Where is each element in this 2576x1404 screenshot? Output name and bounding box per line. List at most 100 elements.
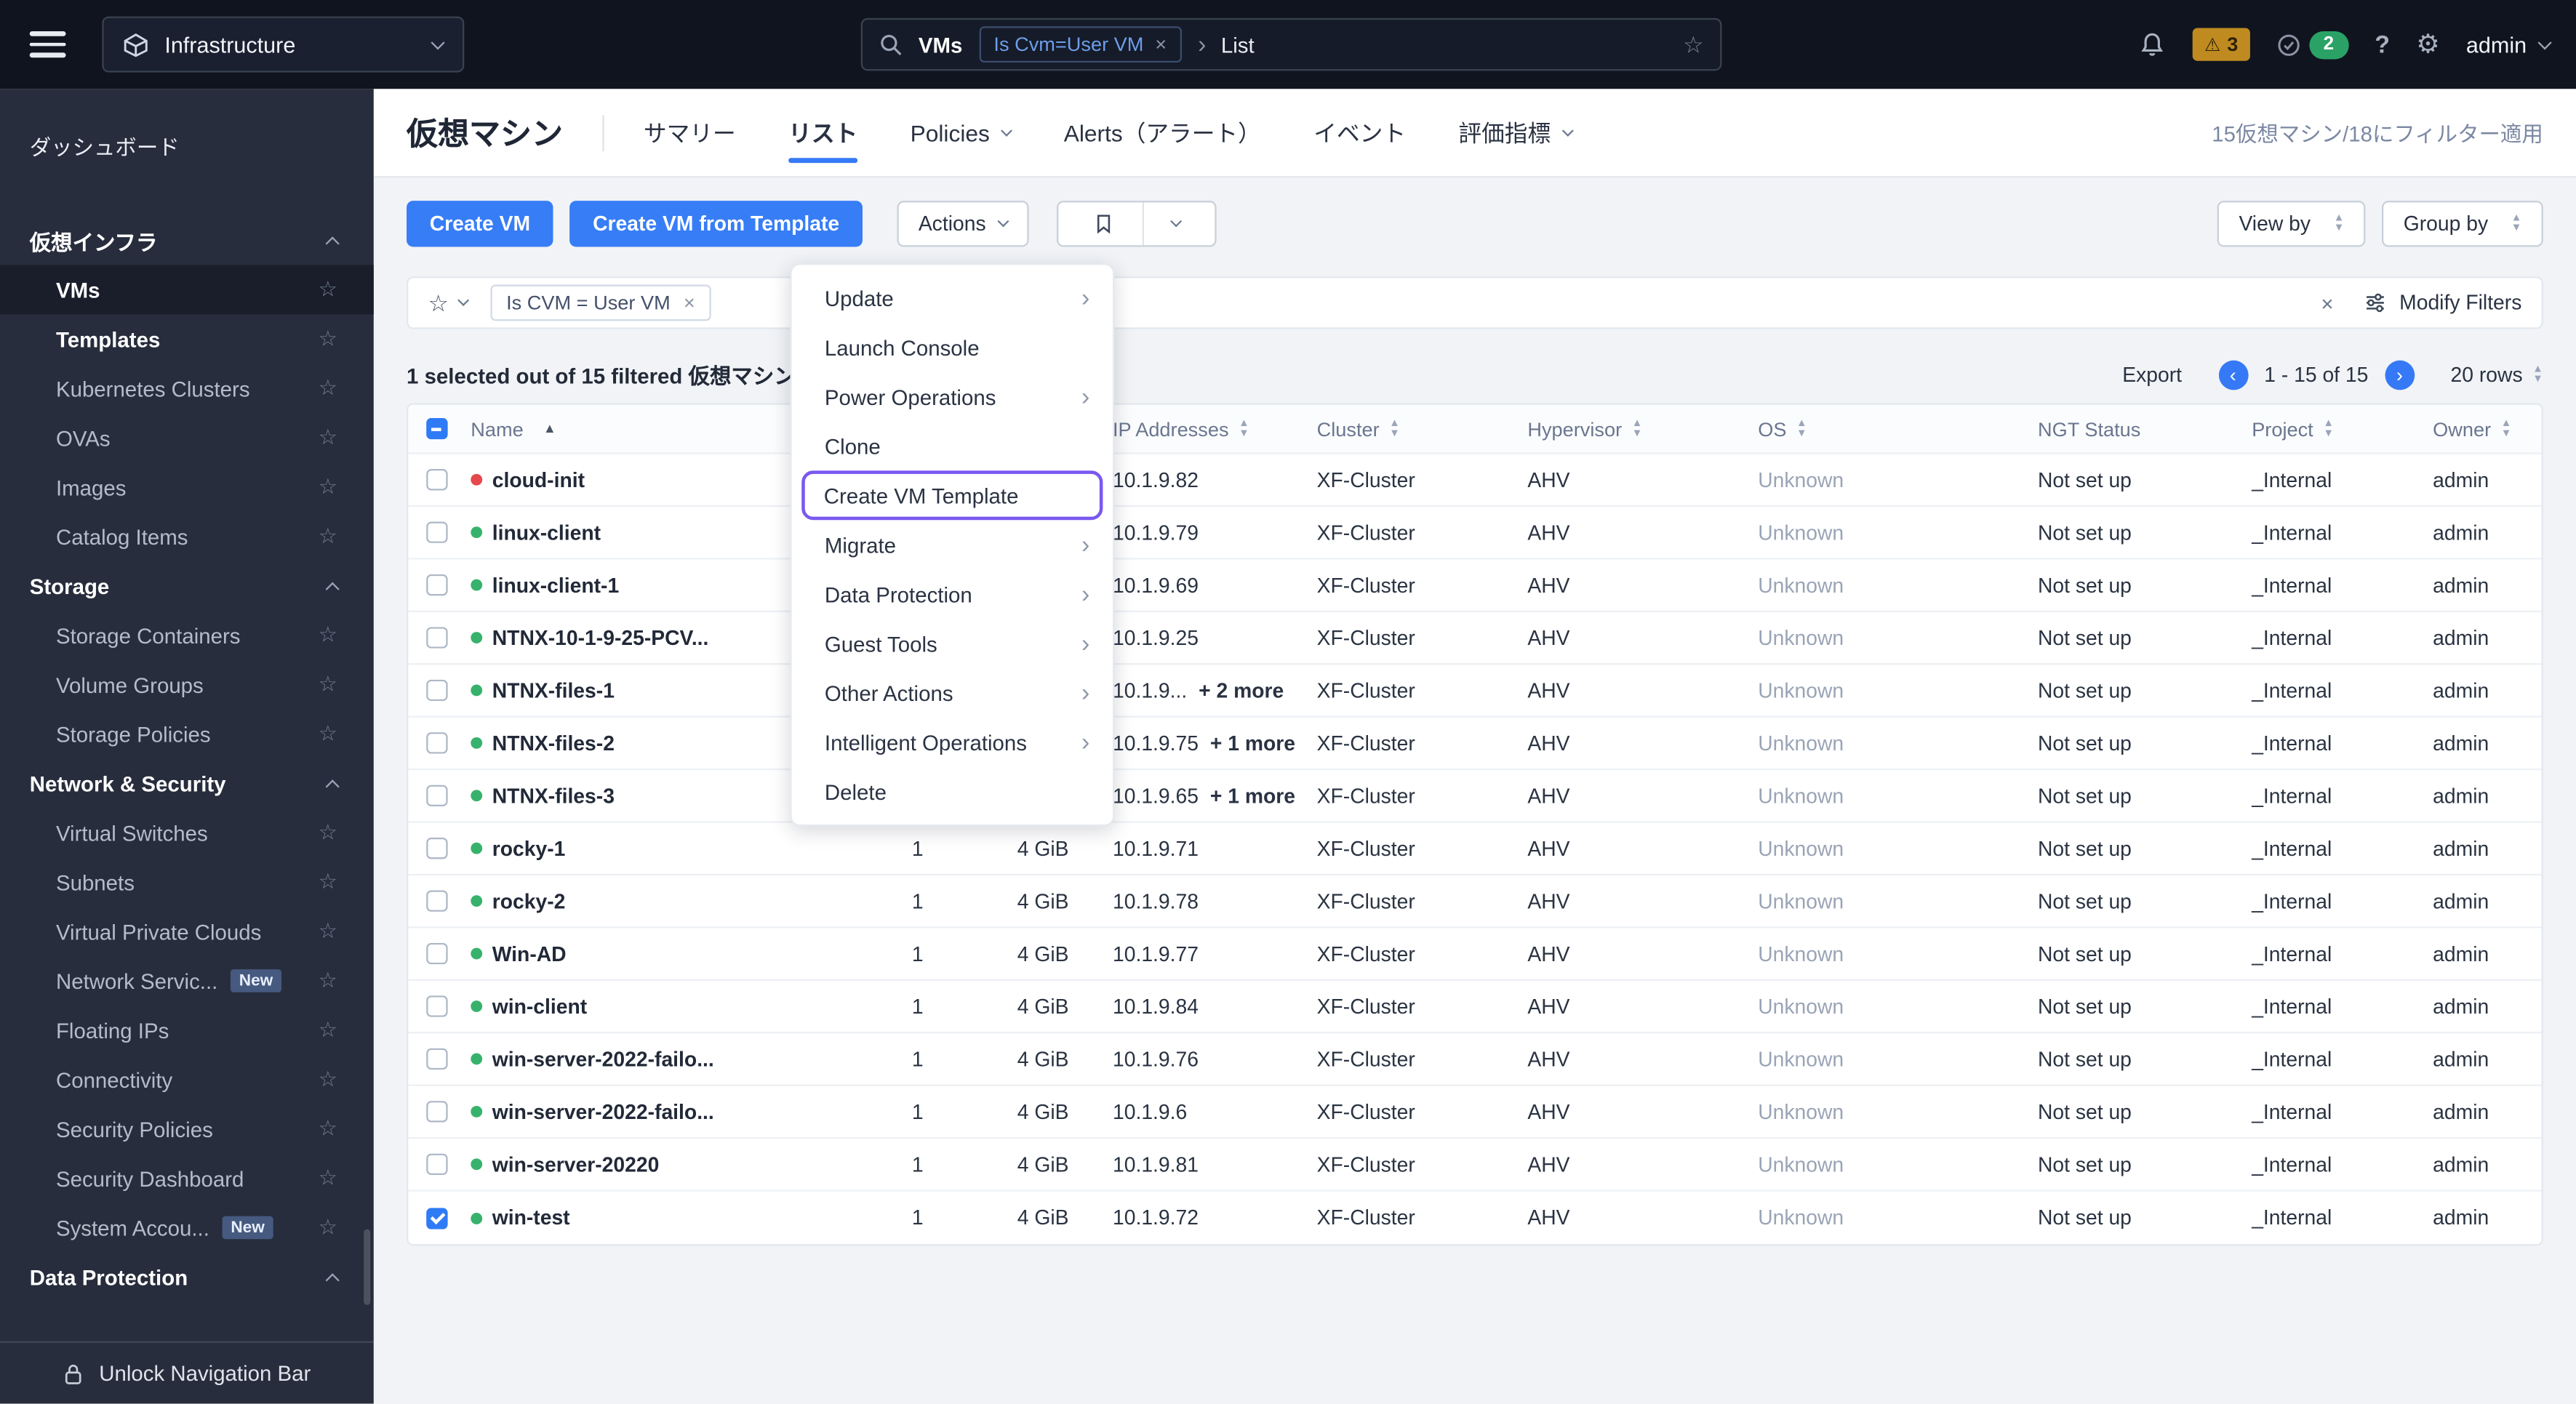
vm-name-link[interactable]: win-server-20220 <box>492 1152 660 1176</box>
column-header-ip[interactable]: IP Addresses <box>1093 417 1297 441</box>
star-icon[interactable]: ☆ <box>319 869 337 895</box>
vm-name-link[interactable]: win-server-2022-failo... <box>492 1048 714 1071</box>
row-checkbox[interactable] <box>425 574 447 596</box>
column-header-cluster[interactable]: Cluster <box>1297 417 1508 441</box>
bookmark-dropdown[interactable] <box>1157 202 1195 245</box>
table-row[interactable]: rocky-1 1 4 GiB 10.1.9.71 XF-Cluster AHV… <box>408 823 2542 876</box>
create-vm-button[interactable]: Create VM <box>407 201 553 247</box>
unlock-navigation-bar[interactable]: Unlock Navigation Bar <box>0 1341 374 1404</box>
table-row[interactable]: NTNX-files-3 10.1.9.65 + 1 more XF-Cluste… <box>408 770 2542 823</box>
vm-name-link[interactable]: win-server-2022-failo... <box>492 1100 714 1123</box>
remove-filter-icon[interactable]: × <box>684 292 695 315</box>
column-header-os[interactable]: OS <box>1738 417 2018 441</box>
vm-name-link[interactable]: win-client <box>492 995 587 1018</box>
star-icon[interactable]: ☆ <box>319 918 337 944</box>
sidebar-item[interactable]: Storage <box>0 561 374 611</box>
sidebar-item[interactable]: Kubernetes Clusters ☆ <box>0 364 374 413</box>
sidebar-item[interactable]: ダッシュボード <box>0 120 374 169</box>
star-icon[interactable]: ☆ <box>319 1214 337 1240</box>
menu-item[interactable]: Create VM Template <box>801 470 1103 521</box>
vm-name-link[interactable]: win-test <box>492 1206 570 1229</box>
clear-filters-icon[interactable]: × <box>2321 290 2333 315</box>
column-header-ngt[interactable]: NGT Status <box>2018 417 2232 441</box>
star-icon[interactable]: ☆ <box>319 326 337 352</box>
filter-summary-link[interactable]: 15仮想マシン/18にフィルター適用 <box>2212 117 2543 148</box>
star-icon[interactable]: ☆ <box>319 1017 337 1043</box>
sidebar-item[interactable]: Floating IPs ☆ <box>0 1006 374 1055</box>
tasks-badge[interactable]: 2 <box>2276 30 2349 59</box>
table-row[interactable]: NTNX-files-1 10.1.9... + 2 more XF-Cluste… <box>408 665 2542 718</box>
vm-name-link[interactable]: NTNX-10-1-9-25-PCV... <box>492 626 709 649</box>
tab[interactable]: サマリー <box>644 88 736 177</box>
star-icon[interactable]: ☆ <box>319 1165 337 1191</box>
vm-name-link[interactable]: NTNX-files-3 <box>492 784 615 807</box>
tab[interactable]: リスト <box>788 88 858 177</box>
sidebar-item[interactable]: Data Protection <box>0 1252 374 1301</box>
remove-filter-icon[interactable]: × <box>1155 33 1167 56</box>
sidebar-item[interactable]: Subnets ☆ <box>0 857 374 907</box>
user-menu[interactable]: admin <box>2466 32 2552 57</box>
sidebar-item[interactable]: Security Policies ☆ <box>0 1104 374 1154</box>
hamburger-menu-icon[interactable] <box>29 25 66 64</box>
sidebar-item[interactable]: Network Servic... New ☆ <box>0 956 374 1006</box>
row-checkbox[interactable] <box>425 521 447 543</box>
column-header-hypervisor[interactable]: Hypervisor <box>1508 417 1738 441</box>
bookmark-icon[interactable] <box>1078 202 1129 245</box>
table-row[interactable]: linux-client-1 10.1.9.69 XF-Cluster AHV … <box>408 560 2542 612</box>
vm-name-link[interactable]: rocky-1 <box>492 837 566 860</box>
sidebar-item[interactable]: Network & Security <box>0 758 374 808</box>
next-page-button[interactable]: › <box>2385 359 2415 390</box>
table-row[interactable]: win-test 1 4 GiB 10.1.9.72 XF-Cluster AH… <box>408 1192 2541 1244</box>
vm-name-link[interactable]: cloud-init <box>492 468 585 492</box>
vm-name-link[interactable]: linux-client-1 <box>492 574 619 597</box>
sidebar-scrollbar[interactable] <box>364 1229 371 1305</box>
sidebar-item[interactable]: Connectivity ☆ <box>0 1055 374 1104</box>
column-header-owner[interactable]: Owner <box>2413 417 2542 441</box>
sidebar-item[interactable]: System Accou... New ☆ <box>0 1203 374 1252</box>
sidebar-item[interactable]: Security Dashboard ☆ <box>0 1154 374 1203</box>
table-row[interactable]: NTNX-files-2 10.1.9.75 + 1 more XF-Cluste… <box>408 718 2542 771</box>
more-ips-link[interactable]: + 2 more <box>1199 679 1284 702</box>
table-row[interactable]: rocky-2 1 4 GiB 10.1.9.78 XF-Cluster AHV… <box>408 875 2542 928</box>
tab[interactable]: イベント <box>1313 88 1406 177</box>
row-checkbox[interactable] <box>425 995 447 1017</box>
vm-name-link[interactable]: linux-client <box>492 521 601 544</box>
view-by-button[interactable]: View by <box>2217 201 2366 247</box>
sidebar-item[interactable]: Storage Containers ☆ <box>0 611 374 660</box>
sidebar-item[interactable]: Storage Policies ☆ <box>0 709 374 758</box>
menu-item[interactable]: Delete <box>792 767 1113 817</box>
sidebar-item[interactable]: Virtual Private Clouds ☆ <box>0 907 374 956</box>
menu-item[interactable]: Data Protection › <box>792 569 1113 619</box>
modify-filters-button[interactable]: Modify Filters <box>2363 292 2521 314</box>
active-filter-pill[interactable]: Is CVM = User VM × <box>489 284 712 321</box>
star-icon[interactable]: ☆ <box>319 375 337 401</box>
sidebar-item[interactable]: Templates ☆ <box>0 314 374 364</box>
vm-name-link[interactable]: NTNX-files-2 <box>492 731 615 755</box>
tab[interactable]: 評価指標 <box>1458 88 1574 177</box>
row-checkbox[interactable] <box>425 469 447 491</box>
sidebar-item[interactable]: 仮想インフラ <box>0 215 374 265</box>
table-row[interactable]: Win-AD 1 4 GiB 10.1.9.77 XF-Cluster AHV … <box>408 928 2542 981</box>
table-row[interactable]: win-server-2022-failo... 1 4 GiB 10.1.9.… <box>408 1033 2542 1086</box>
menu-item[interactable]: Intelligent Operations › <box>792 718 1113 767</box>
tab[interactable]: Policies <box>911 88 1013 177</box>
row-checkbox[interactable] <box>425 838 447 859</box>
star-icon[interactable]: ☆ <box>319 1116 337 1142</box>
bell-icon[interactable] <box>2138 31 2166 58</box>
star-icon[interactable]: ☆ <box>319 721 337 747</box>
table-row[interactable]: NTNX-10-1-9-25-PCV... 10.1.9.25 XF-Clust… <box>408 612 2542 665</box>
sidebar-item[interactable]: Images ☆ <box>0 462 374 512</box>
more-ips-link[interactable]: + 1 more <box>1210 731 1295 755</box>
vm-name-link[interactable]: NTNX-files-1 <box>492 679 615 702</box>
app-selector[interactable]: Infrastructure <box>102 16 465 73</box>
menu-item[interactable]: Launch Console <box>792 323 1113 372</box>
row-checkbox[interactable] <box>425 890 447 912</box>
menu-item[interactable]: Clone <box>792 421 1113 470</box>
bookmark-button[interactable] <box>1056 201 1217 247</box>
row-checkbox[interactable] <box>425 732 447 754</box>
menu-item[interactable]: Guest Tools › <box>792 619 1113 668</box>
sidebar-item[interactable]: OVAs ☆ <box>0 413 374 462</box>
row-checkbox[interactable] <box>425 942 447 965</box>
settings-gear-icon[interactable]: ⚙ <box>2416 28 2439 60</box>
help-icon[interactable]: ? <box>2375 31 2390 58</box>
